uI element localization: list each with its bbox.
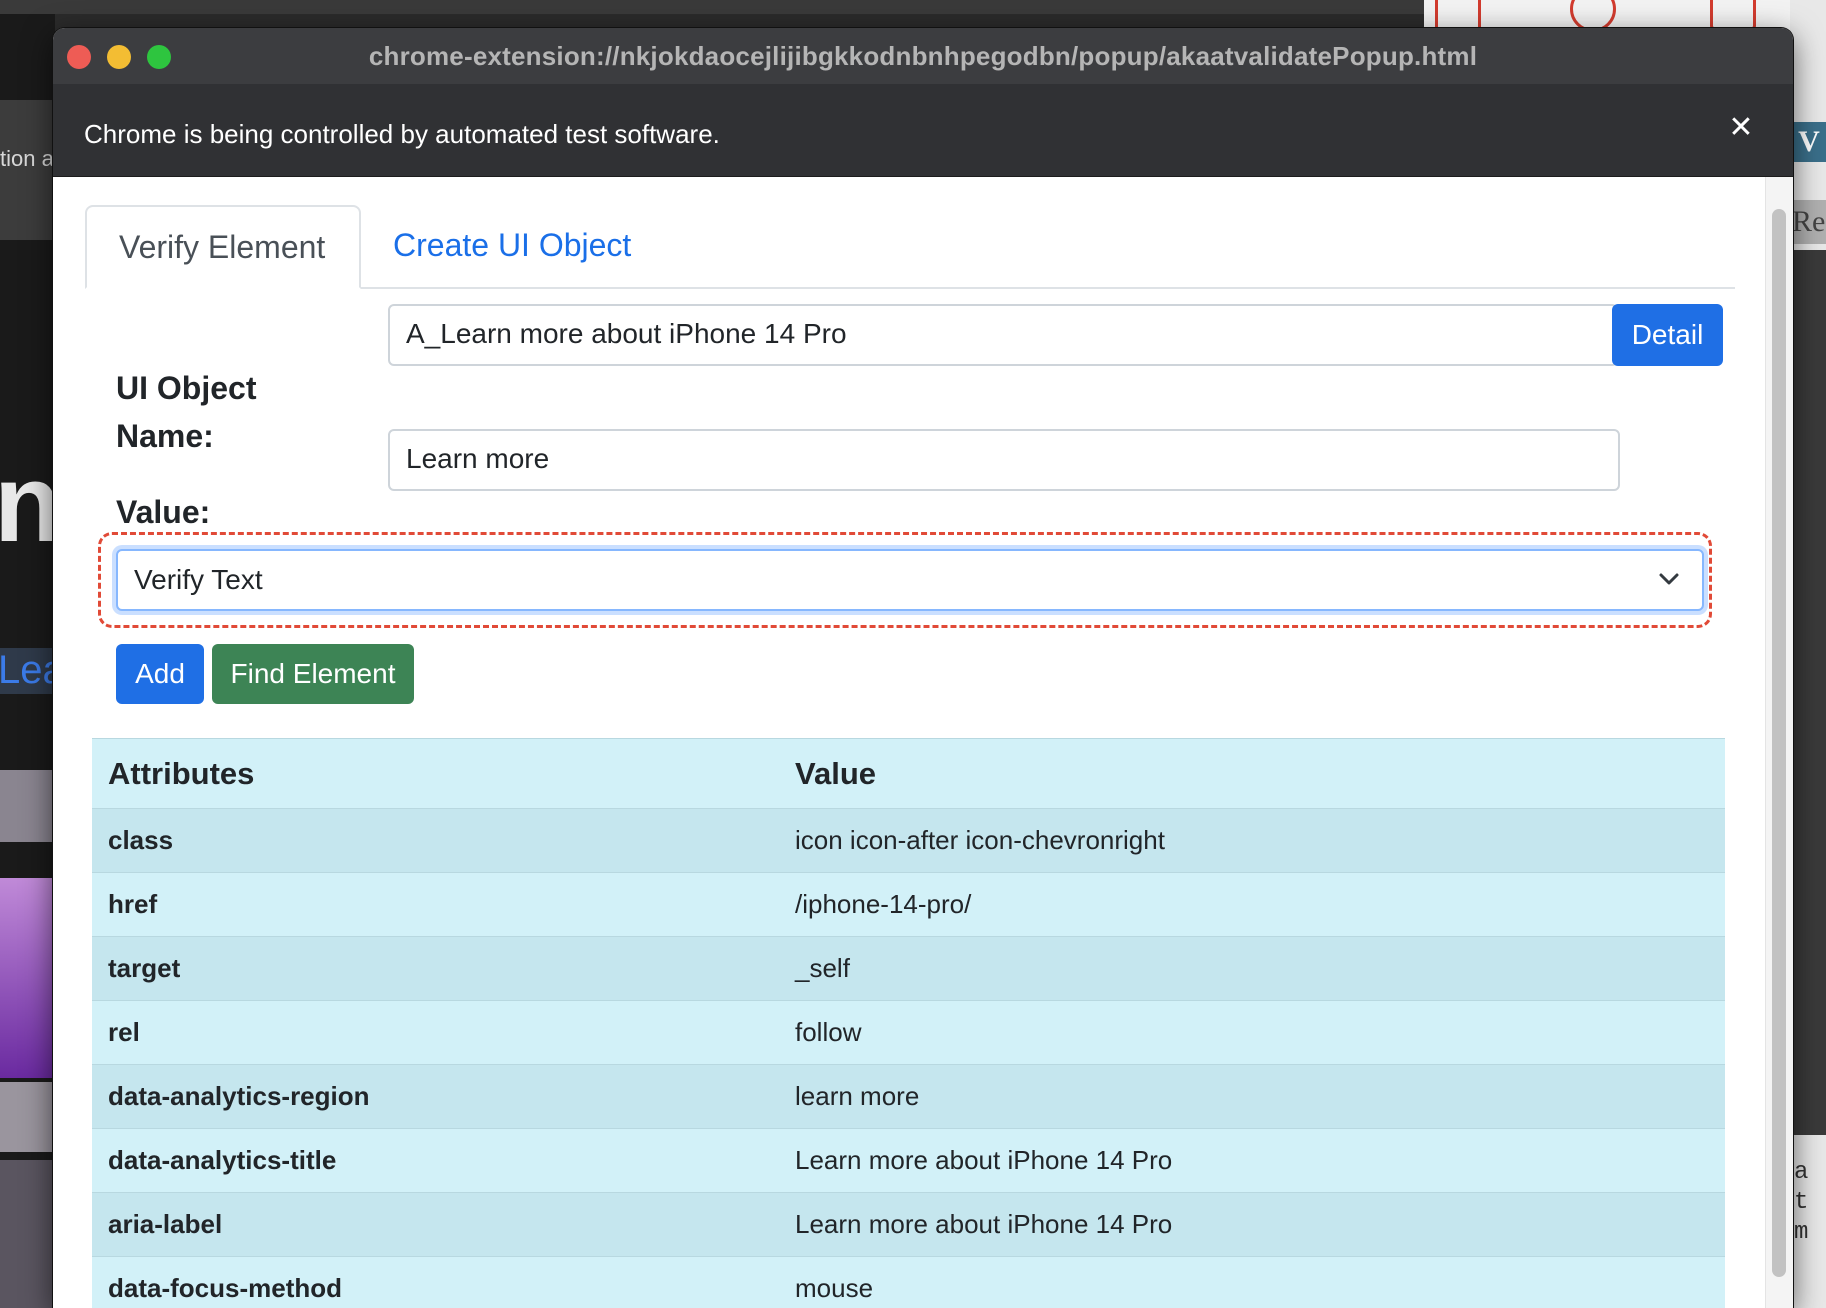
trash-icon (1435, 0, 1481, 31)
window-url: chrome-extension://nkjokdaocejlijibgkkod… (368, 41, 1478, 71)
infobar-message: Chrome is being controlled by automated … (84, 119, 720, 149)
scrollbar-thumb[interactable] (1772, 209, 1786, 1277)
add-button[interactable]: Add (116, 644, 204, 704)
attribute-key: aria-label (92, 1192, 779, 1257)
table-header-row: Attributes Value (92, 738, 1725, 809)
background-left-image (0, 1082, 55, 1152)
table-row: target _self (92, 936, 1725, 1001)
table-row: rel follow (92, 1000, 1725, 1065)
attribute-value: Learn more about iPhone 14 Pro (779, 1128, 1725, 1193)
close-icon[interactable]: ✕ (1725, 112, 1757, 144)
header-attributes: Attributes (92, 738, 779, 809)
attribute-value: mouse (779, 1256, 1725, 1308)
tab-bar: Verify Element Create UI Object (85, 205, 1735, 289)
attribute-value: icon icon-after icon-chevronright (779, 808, 1725, 873)
attribute-key: data-analytics-region (92, 1064, 779, 1129)
verify-type-select[interactable]: Verify Text (116, 549, 1704, 611)
header-value: Value (779, 738, 1725, 809)
attributes-table: Attributes Value class icon icon-after i… (92, 738, 1725, 1308)
background-left-link: Lea (0, 648, 55, 694)
attribute-key: data-analytics-title (92, 1128, 779, 1193)
value-label: Value: (116, 494, 211, 530)
background-right-badge: V (1792, 122, 1826, 162)
attribute-key: target (92, 936, 779, 1001)
tab-create-ui-object[interactable]: Create UI Object (361, 205, 663, 287)
attribute-value: learn more (779, 1064, 1725, 1129)
attribute-value: /iphone-14-pro/ (779, 872, 1725, 937)
table-row: aria-label Learn more about iPhone 14 Pr… (92, 1192, 1725, 1257)
automation-infobar: Chrome is being controlled by automated … (53, 84, 1793, 177)
table-row: data-focus-method mouse (92, 1256, 1725, 1308)
background-right-panel (1792, 250, 1826, 1135)
find-element-button[interactable]: Find Element (212, 644, 414, 704)
camera-off-icon (1710, 0, 1756, 30)
attribute-value: follow (779, 1000, 1725, 1065)
popup-content: Verify Element Create UI Object UI Objec… (53, 177, 1793, 1308)
attribute-value: _self (779, 936, 1725, 1001)
ui-object-name-input[interactable]: A_Learn more about iPhone 14 Pro (388, 304, 1618, 366)
attribute-key: href (92, 872, 779, 937)
attribute-key: data-focus-method (92, 1256, 779, 1308)
attribute-key: class (92, 808, 779, 873)
tab-verify-element[interactable]: Verify Element (85, 205, 361, 289)
title-bar: chrome-extension://nkjokdaocejlijibgkkod… (53, 28, 1793, 84)
table-row: data-analytics-title Learn more about iP… (92, 1128, 1725, 1193)
table-row: data-analytics-region learn more (92, 1064, 1725, 1129)
background-right-code: atm (1794, 1159, 1809, 1246)
popup-window: chrome-extension://nkjokdaocejlijibgkkod… (53, 28, 1793, 1308)
detail-button[interactable]: Detail (1612, 304, 1723, 366)
verify-type-selected: Verify Text (134, 564, 263, 595)
table-row: class icon icon-after icon-chevronright (92, 808, 1725, 873)
background-left-image (0, 770, 55, 842)
background-right-label: Re (1792, 200, 1826, 244)
table-row: href /iphone-14-pro/ (92, 872, 1725, 937)
background-left-image (0, 1160, 55, 1308)
value-input[interactable]: Learn more (388, 429, 1620, 491)
attribute-key: rel (92, 1000, 779, 1065)
background-left-image-purple (0, 878, 55, 1078)
attribute-value: Learn more about iPhone 14 Pro (779, 1192, 1725, 1257)
background-left-text: tion a (0, 146, 54, 171)
background-toolbar (0, 0, 1430, 14)
chevron-down-icon (1659, 573, 1679, 585)
ui-object-name-label: UI Object Name: (116, 370, 257, 454)
